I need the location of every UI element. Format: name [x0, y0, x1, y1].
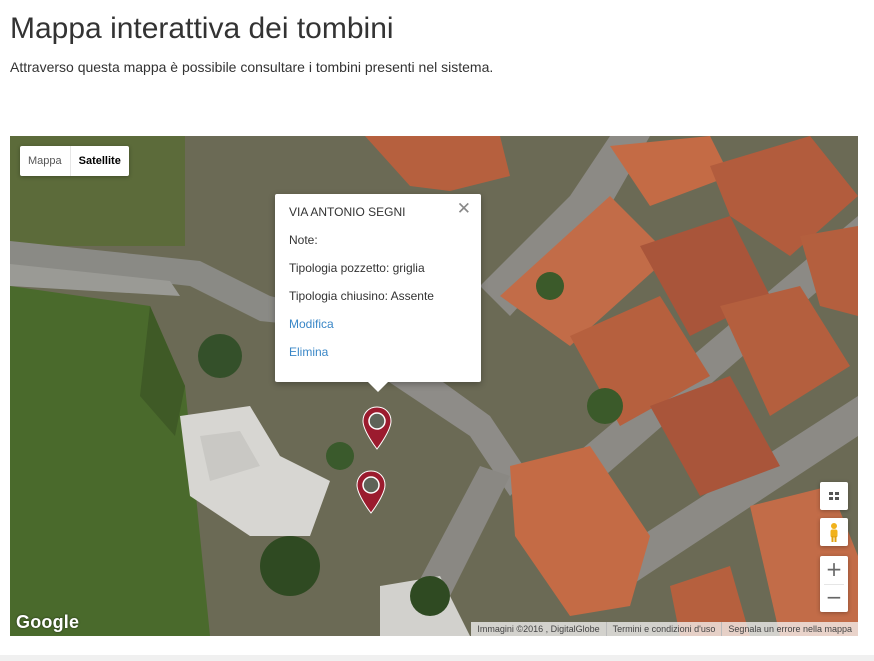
- close-icon[interactable]: ✕: [457, 200, 471, 217]
- report-error-link[interactable]: Segnala un errore nella mappa: [721, 622, 858, 636]
- map-attribution: Immagini ©2016 , DigitalGlobe Termini e …: [471, 622, 858, 636]
- footer-divider: [0, 655, 874, 661]
- page-subtitle: Attraverso questa mappa è possibile cons…: [10, 59, 494, 75]
- info-window-tail: [367, 381, 389, 392]
- edit-link[interactable]: Modifica: [289, 317, 334, 331]
- map-container[interactable]: Mappa Satellite VIA ANTONIO SEGNI ✕ Note…: [10, 136, 858, 636]
- map-type-control: Mappa Satellite: [20, 146, 129, 176]
- delete-link[interactable]: Elimina: [289, 345, 328, 359]
- info-window: VIA ANTONIO SEGNI ✕ Note: Tipologia pozz…: [275, 194, 481, 392]
- pegman-icon[interactable]: [820, 518, 848, 546]
- imagery-credit: Immagini ©2016 , DigitalGlobe: [477, 624, 600, 634]
- zoom-out-button[interactable]: −: [820, 584, 848, 612]
- grid-icon[interactable]: [820, 482, 848, 510]
- google-logo: Google: [16, 612, 80, 632]
- info-window-street: VIA ANTONIO SEGNI: [289, 205, 406, 219]
- info-window-tipologia-chiusino: Tipologia chiusino: Assente: [289, 289, 434, 303]
- terms-link[interactable]: Termini e condizioni d'uso: [605, 622, 722, 636]
- zoom-in-button[interactable]: +: [820, 556, 848, 584]
- info-window-note: Note:: [289, 233, 318, 247]
- map-type-satellite-button[interactable]: Satellite: [71, 146, 129, 176]
- map-type-map-button[interactable]: Mappa: [20, 146, 71, 176]
- zoom-control: + −: [820, 556, 848, 612]
- map-pin-icon[interactable]: [362, 406, 392, 450]
- page-title: Mappa interattiva dei tombini: [10, 12, 394, 45]
- map-pin-icon[interactable]: [356, 470, 386, 514]
- info-window-tipologia-pozzetto: Tipologia pozzetto: griglia: [289, 261, 425, 275]
